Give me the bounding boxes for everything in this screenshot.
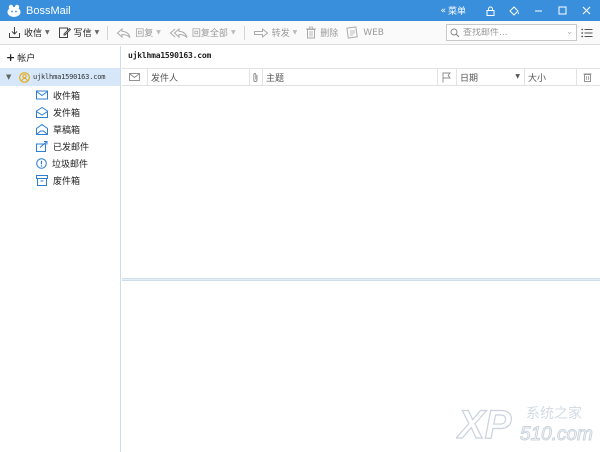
folder-sent[interactable]: 已发邮件 — [36, 138, 89, 154]
sent-icon — [36, 140, 48, 152]
expand-chevron-icon[interactable]: ▼ — [6, 73, 16, 81]
column-flag[interactable] — [438, 68, 457, 86]
toolbar-divider — [243, 25, 245, 40]
search-icon — [450, 28, 460, 37]
drafts-icon — [36, 123, 48, 135]
add-account-button[interactable]: + 帐户 — [6, 51, 35, 64]
close-icon — [582, 6, 590, 15]
toolbar: 收信 ▼ 写信 ▼ 回复 ▼ 回复全部 ▼ 转发 ▼ 删除 WEB ⌄ — [0, 21, 600, 45]
account-email: ujklhma1590163.com — [33, 73, 106, 81]
trash-column-icon — [583, 73, 592, 82]
attachment-icon — [253, 72, 258, 82]
account-row[interactable]: ▼ ujklhma1590163.com — [0, 68, 120, 86]
message-list-header: 发件人 主题 日期 ▼ 大小 — [122, 68, 600, 86]
folder-label: 发件箱 — [53, 108, 81, 119]
minimize-button[interactable] — [528, 0, 548, 21]
skin-button[interactable] — [504, 0, 524, 21]
envelope-icon — [129, 73, 140, 81]
web-button[interactable]: WEB — [342, 22, 388, 44]
delete-icon — [306, 26, 317, 39]
forward-icon — [253, 27, 268, 38]
search-options-icon[interactable]: ⌄ — [566, 27, 573, 36]
spam-icon — [36, 157, 47, 169]
folder-trash[interactable]: 废件箱 — [36, 172, 80, 188]
sidebar: + 帐户 ▼ ujklhma1590163.com 收件箱 发件箱 草稿箱 已发… — [0, 46, 121, 452]
receive-dropdown-icon[interactable]: ▼ — [45, 29, 50, 36]
app-title: BossMail — [26, 4, 71, 17]
list-view-icon — [581, 28, 593, 38]
compose-label: 写信 — [73, 29, 92, 39]
paint-bucket-icon — [508, 5, 519, 16]
lock-icon — [486, 6, 494, 16]
column-subject-label: 主题 — [266, 73, 285, 84]
inbox-icon — [36, 90, 48, 100]
column-date[interactable]: 日期 ▼ — [457, 68, 525, 86]
column-date-label: 日期 — [460, 73, 479, 84]
column-size[interactable]: 大小 — [525, 68, 577, 86]
main-pane: ujklhma1590163.com 发件人 主题 日期 ▼ 大小 — [122, 46, 600, 452]
maximize-icon — [558, 6, 566, 15]
compose-dropdown-icon[interactable]: ▼ — [95, 29, 100, 36]
current-account-header: ujklhma1590163.com — [128, 51, 212, 60]
column-size-label: 大小 — [528, 73, 547, 84]
account-icon — [19, 71, 30, 83]
folder-label: 废件箱 — [53, 176, 81, 187]
bossmail-logo-icon — [6, 4, 22, 18]
reply-button[interactable]: 回复 ▼ — [112, 22, 165, 44]
folder-spam[interactable]: 垃圾邮件 — [36, 155, 88, 171]
maximize-button[interactable] — [552, 0, 572, 21]
search-box: ⌄ — [446, 24, 577, 41]
reply-all-button[interactable]: 回复全部 ▼ — [165, 22, 240, 44]
column-subject[interactable]: 主题 — [263, 68, 438, 86]
folder-label: 垃圾邮件 — [52, 159, 89, 170]
message-list[interactable] — [122, 86, 600, 278]
column-attachment[interactable] — [250, 68, 263, 86]
forward-dropdown-icon[interactable]: ▼ — [293, 29, 298, 36]
main-menu-button[interactable]: « 菜单 — [440, 4, 466, 18]
forward-button[interactable]: 转发 ▼ — [249, 22, 302, 44]
folder-label: 草稿箱 — [53, 125, 81, 136]
column-sender[interactable]: 发件人 — [148, 68, 250, 86]
plus-icon: + — [6, 51, 16, 64]
menu-label: 菜单 — [447, 7, 466, 17]
reply-icon — [117, 27, 131, 38]
receive-button[interactable]: 收信 ▼ — [4, 22, 54, 44]
outbox-icon — [36, 106, 48, 118]
reply-all-label: 回复全部 — [191, 29, 228, 39]
delete-label: 删除 — [320, 29, 339, 39]
reply-dropdown-icon[interactable]: ▼ — [156, 29, 161, 36]
sort-descending-icon: ▼ — [515, 73, 520, 80]
web-icon — [346, 26, 359, 39]
folder-drafts[interactable]: 草稿箱 — [36, 121, 80, 137]
forward-label: 转发 — [271, 29, 290, 39]
close-button[interactable] — [576, 0, 596, 21]
title-bar: BossMail « 菜单 — [0, 0, 600, 21]
folder-outbox[interactable]: 发件箱 — [36, 104, 80, 120]
folder-label: 收件箱 — [53, 91, 81, 102]
receive-label: 收信 — [24, 29, 43, 39]
column-sender-label: 发件人 — [151, 73, 179, 84]
toolbar-divider — [107, 25, 109, 40]
reply-label: 回复 — [135, 29, 154, 39]
folder-label: 已发邮件 — [53, 142, 90, 153]
delete-button[interactable]: 删除 — [301, 22, 342, 44]
menu-chevron-icon: « — [440, 5, 446, 16]
preview-pane — [122, 281, 600, 452]
minimize-icon — [534, 10, 542, 12]
column-delete[interactable] — [577, 68, 600, 86]
trash-icon — [36, 174, 48, 186]
compose-icon — [58, 27, 71, 38]
folder-inbox[interactable]: 收件箱 — [36, 87, 80, 103]
reply-all-dropdown-icon[interactable]: ▼ — [231, 29, 236, 36]
flag-icon — [442, 72, 451, 82]
search-input[interactable] — [463, 27, 571, 38]
add-account-label: 帐户 — [17, 54, 36, 64]
receive-icon — [9, 27, 20, 38]
lock-button[interactable] — [480, 0, 500, 21]
column-read-status[interactable] — [122, 68, 148, 86]
reply-all-icon — [169, 27, 188, 38]
web-label: WEB — [363, 27, 384, 38]
view-menu-button[interactable] — [580, 26, 594, 40]
compose-button[interactable]: 写信 ▼ — [54, 22, 104, 44]
